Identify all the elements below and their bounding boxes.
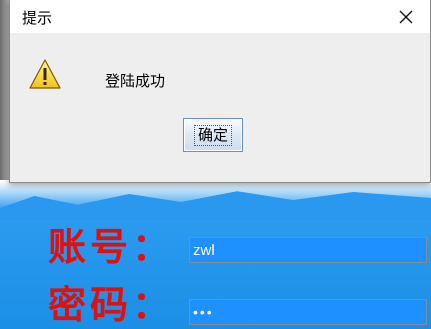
message-dialog: 提示 登陆成功 确定 <box>9 0 431 183</box>
ok-button[interactable]: 确定 <box>183 118 243 152</box>
dialog-title: 提示 <box>22 9 53 27</box>
dialog-titlebar[interactable]: 提示 <box>10 0 430 33</box>
account-label: 账号： <box>48 224 175 269</box>
ok-button-label: 确定 <box>193 124 232 146</box>
close-button[interactable] <box>388 0 424 33</box>
password-label: 密码： <box>48 282 175 327</box>
password-input[interactable]: ••• <box>189 299 427 325</box>
dialog-message: 登陆成功 <box>105 72 166 90</box>
account-input[interactable] <box>189 237 427 263</box>
warning-icon <box>29 59 61 89</box>
close-icon <box>399 10 413 23</box>
